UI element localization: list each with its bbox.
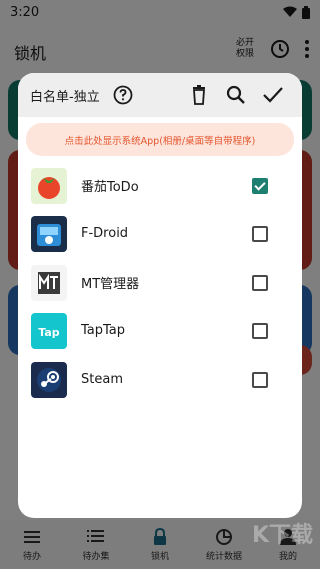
app-name: MT管理器 [81,277,140,292]
app-checkbox-taptap[interactable] [252,322,268,339]
app-name: 番茄ToDo [81,180,139,195]
banner-text: 点击此处显示系统App(相册/桌面等自带程序) [64,135,256,147]
app-row-taptap[interactable]: Tap TapTap [18,306,302,355]
search-icon[interactable] [225,84,247,106]
app-checkbox-mt-manager[interactable] [252,274,268,291]
mt-manager-icon [31,264,67,301]
app-name: TapTap [81,323,126,338]
help-icon[interactable] [113,85,133,105]
app-name: F-Droid [81,226,129,241]
dialog-header: 白名单-独立 [18,73,302,117]
app-row-mt-manager[interactable]: MT管理器 [18,258,302,307]
app-row-tomato-todo[interactable]: 番茄ToDo [18,161,302,210]
fdroid-icon [31,215,67,252]
tomato-icon [31,167,67,204]
app-checkbox-steam[interactable] [252,371,268,388]
app-checkbox-tomato-todo[interactable] [252,177,268,194]
svg-text:K下载: K下载 [252,522,313,548]
watermark-logo: K下载 [252,522,313,548]
app-row-f-droid[interactable]: F-Droid [18,209,302,258]
confirm-check-icon[interactable] [262,84,284,106]
app-name: Steam [81,372,123,387]
svg-text:Tap: Tap [38,326,60,339]
steam-icon [31,361,67,398]
app-row-steam[interactable]: Steam [18,355,302,404]
show-system-apps-banner[interactable]: 点击此处显示系统App(相册/桌面等自带程序) [26,123,294,156]
app-checkbox-f-droid[interactable] [252,225,268,242]
trash-icon[interactable] [188,84,210,106]
whitelist-dialog: 白名单-独立 点击此处显示系统App(相册/桌面等自带程序) 番茄ToDo F-… [18,73,302,518]
dialog-title: 白名单-独立 [30,89,100,105]
taptap-icon: Tap [31,312,67,349]
